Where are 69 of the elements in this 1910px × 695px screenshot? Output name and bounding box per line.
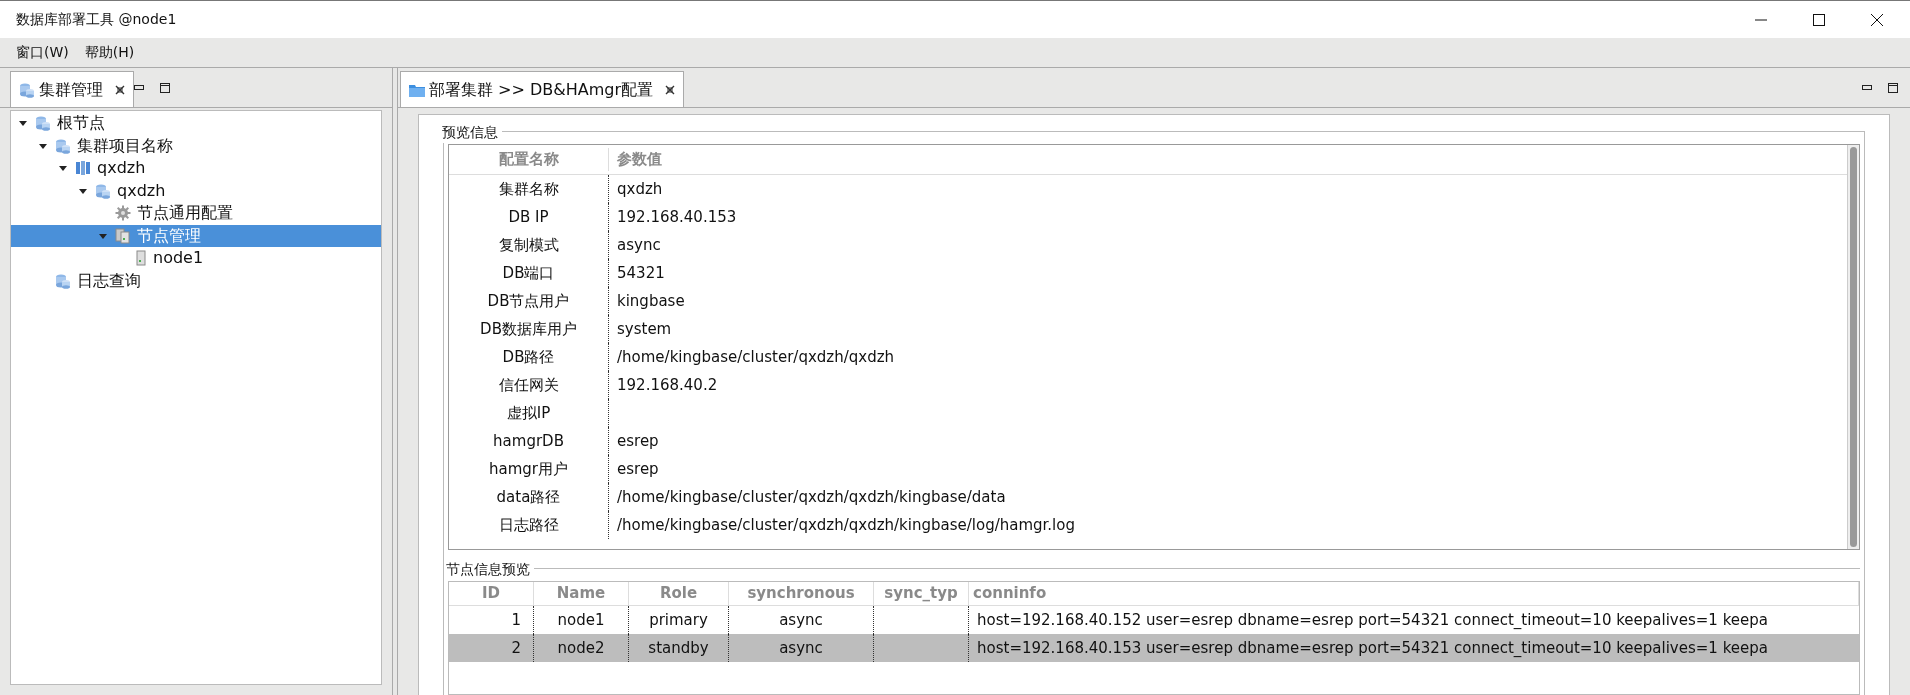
table-cell: DB路径 xyxy=(449,343,609,371)
table-row[interactable]: 2 node2 standby async host=192.168.40.153 user=esrep dbname=esrep port=54321 connect_timeout=10 keepalives=1 keepa xyxy=(449,634,1859,662)
close-icon[interactable] xyxy=(665,84,676,95)
folder-icon xyxy=(409,82,425,97)
table-cell-text: /home/kingbase/cluster/qxdzh/qxdzh/kingbase/data xyxy=(616,486,1006,508)
table-cell: 虚拟IP xyxy=(449,399,609,427)
maximize-icon[interactable] xyxy=(160,82,170,93)
table-cell-text: esrep xyxy=(616,458,659,480)
window-title: 数据库部署工具 @node1 xyxy=(15,10,177,29)
table-cell-text: async xyxy=(778,637,824,659)
table-cell-text: esrep xyxy=(616,430,659,452)
table-cell-text: 1 xyxy=(510,609,522,631)
table-cell: data路径 xyxy=(449,483,609,511)
table-cell: 复制模式 xyxy=(449,231,609,259)
table-cell-text: /home/kingbase/cluster/qxdzh/qxdzh/kingbase/log/hamgr.log xyxy=(616,514,1075,536)
close-icon[interactable] xyxy=(115,84,125,95)
menu-item[interactable]: 窗口(W) xyxy=(16,42,69,63)
table-cell-text: standby xyxy=(647,637,710,659)
table-cell: 日志路径 xyxy=(449,511,609,539)
table-cell: DB节点用户 xyxy=(449,287,609,315)
table-cell-text: 2 xyxy=(510,637,522,659)
table-cell-text: kingbase xyxy=(616,290,685,312)
close-icon[interactable] xyxy=(1870,12,1884,27)
minimize-icon[interactable] xyxy=(1862,84,1872,91)
table-cell-text: node2 xyxy=(556,637,606,659)
menu-item[interactable]: 帮助(H) xyxy=(84,42,135,63)
server-icon xyxy=(135,250,147,267)
table-cell-text: host=192.168.40.152 user=esrep dbname=esrep port=54321 connect_timeout=10 keepalives=1 keepa xyxy=(976,609,1769,631)
tree-item[interactable]: 节点通用配置 xyxy=(11,202,381,225)
servers-icon xyxy=(115,227,131,244)
database-icon xyxy=(19,81,35,98)
table-cell-text: node1 xyxy=(556,609,606,631)
table-cell: DB端口 xyxy=(449,259,609,287)
panel-tab[interactable]: 集群管理 xyxy=(10,71,134,107)
gear-icon xyxy=(115,205,131,222)
table-cell-text: /home/kingbase/cluster/qxdzh/qxdzh xyxy=(616,346,895,368)
tree-item[interactable]: qxdzh xyxy=(11,179,381,202)
table-cell-text: 54321 xyxy=(616,262,665,284)
tree-item[interactable]: 日志查询 xyxy=(11,269,381,292)
maximize-icon[interactable] xyxy=(1888,82,1898,93)
table-cell: 集群名称 xyxy=(449,175,609,203)
database-icon xyxy=(95,182,111,199)
table-cell-text: qxdzh xyxy=(616,178,663,200)
tree-item[interactable]: qxdzh xyxy=(11,157,381,180)
group-title: 预览信息 xyxy=(442,122,502,143)
minimize-icon[interactable] xyxy=(134,84,144,91)
database-icon xyxy=(55,272,71,289)
table-cell: 信任网关 xyxy=(449,371,609,399)
table-cell-text: 192.168.40.2 xyxy=(616,374,718,396)
table-cell: DB数据库用户 xyxy=(449,315,609,343)
tree-item[interactable]: 集群项目名称 xyxy=(11,134,381,157)
table-cell-text: async xyxy=(778,609,824,631)
scrollbar[interactable] xyxy=(1847,145,1859,549)
table-cell-text: 192.168.40.153 xyxy=(616,206,737,228)
table-cell-text: async xyxy=(616,234,661,256)
database-icon xyxy=(55,137,71,154)
table-cell: hamgrDB xyxy=(449,427,609,455)
table-cell-text: host=192.168.40.153 user=esrep dbname=esrep port=54321 connect_timeout=10 keepalives=1 keepa xyxy=(976,637,1769,659)
server-rack-icon xyxy=(75,160,91,177)
table-cell: DB IP xyxy=(449,203,609,231)
tree-item[interactable]: 根节点 xyxy=(11,112,381,135)
table-cell-text: primary xyxy=(648,609,709,631)
editor-tab[interactable]: 部署集群 >> DB&HAmgr配置 xyxy=(400,71,685,107)
database-icon xyxy=(35,115,51,132)
maximize-icon[interactable] xyxy=(1812,12,1826,27)
table-cell-text: system xyxy=(616,318,672,340)
tree-item[interactable]: node1 xyxy=(11,247,381,270)
table-cell: hamgr用户 xyxy=(449,455,609,483)
group-title: 节点信息预览 xyxy=(446,559,534,580)
